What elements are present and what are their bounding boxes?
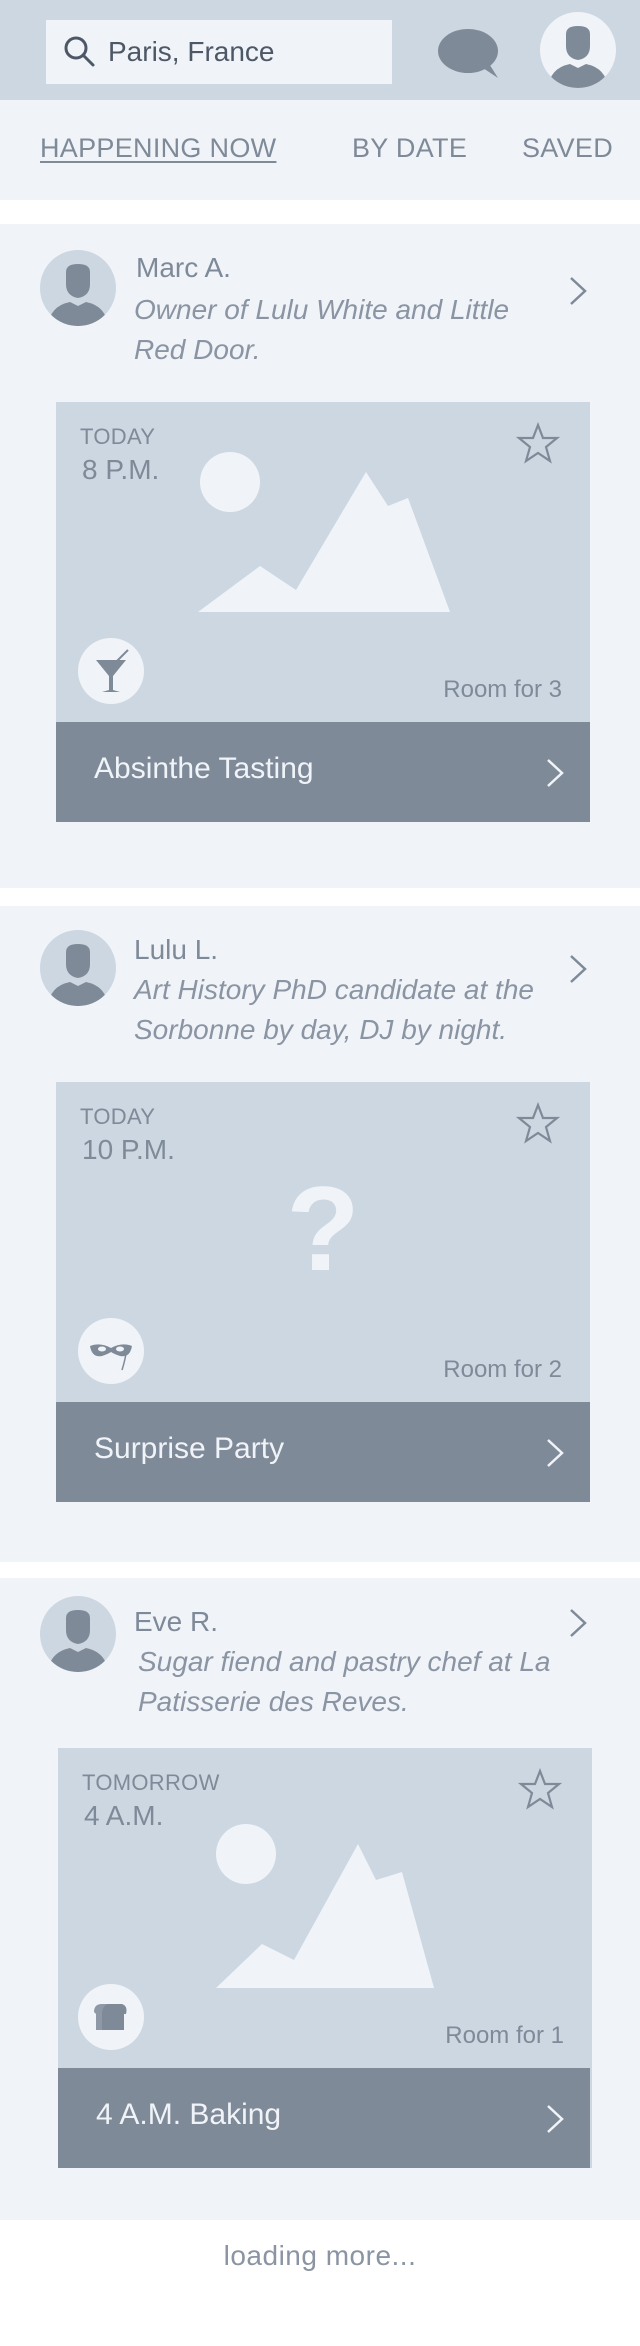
event-title-bar[interactable]: Surprise Party [56,1402,590,1502]
chat-bubble-icon[interactable] [436,26,504,82]
room-availability: Room for 3 [443,676,562,703]
chevron-right-icon[interactable] [566,274,590,308]
chevron-right-icon[interactable] [566,1606,590,1640]
host-avatar[interactable] [40,250,116,326]
app-header [0,0,640,100]
host-bio: Art History PhD candidate at the Sorbonn… [134,974,534,1045]
loading-more-indicator: loading more... [223,2240,417,2271]
event-card: Lulu L. Art History PhD candidate at the… [0,906,640,1562]
event-time: 10 P.M. [82,1134,175,1165]
chevron-right-icon [544,756,566,790]
host-bio: Owner of Lulu White and Little Red Door. [134,294,510,365]
event-card: Marc A. Owner of Lulu White and Little R… [0,224,640,888]
tab-bar: HAPPENING NOW BY DATE SAVED [0,100,640,200]
event-card: Eve R. Sugar fiend and pastry chef at La… [0,1578,640,2220]
chevron-right-icon[interactable] [566,952,590,986]
room-availability: Room for 2 [443,1356,562,1383]
host-avatar[interactable] [40,1596,116,1672]
chevron-right-icon [544,2102,566,2136]
event-title: Absinthe Tasting [94,752,314,785]
mask-icon [78,1318,144,1384]
event-title: 4 A.M. Baking [96,2098,282,2131]
event-time: 8 P.M. [82,454,160,485]
event-tile[interactable]: TOMORROW 4 A.M. Room for 1 4 A.M. Baking [58,1748,592,2168]
search-icon [62,34,96,68]
host-name: Lulu L. [134,934,219,965]
event-tile[interactable]: TODAY 8 P.M. Room for 3 Absinthe Tasting [56,402,590,822]
room-availability: Room for 1 [445,2022,564,2049]
divider [0,888,640,906]
divider [0,1562,640,1578]
star-icon[interactable] [515,1101,561,1144]
event-title-bar[interactable]: Absinthe Tasting [56,722,590,822]
search-bar[interactable] [46,20,392,84]
event-day: TOMORROW [82,1770,220,1795]
location-search-input[interactable] [108,20,384,84]
chevron-right-icon [544,1436,566,1470]
event-title-bar[interactable]: 4 A.M. Baking [58,2068,590,2168]
user-avatar-icon[interactable] [540,12,616,88]
event-day: TODAY [80,424,156,449]
tab-saved[interactable]: SAVED [522,133,613,164]
tab-happening-now[interactable]: HAPPENING NOW [40,133,276,164]
star-icon[interactable] [515,421,561,464]
event-tile[interactable]: ? TODAY 10 P.M. Room for 2 Surprise Part… [56,1082,590,1502]
host-bio: Sugar fiend and pastry chef at La Patiss… [138,1646,551,1717]
divider [0,200,640,224]
host-avatar[interactable] [40,930,116,1006]
tab-by-date[interactable]: BY DATE [352,133,467,164]
host-name: Marc A. [136,252,231,283]
host-name: Eve R. [134,1606,219,1637]
event-title: Surprise Party [94,1432,285,1465]
event-day: TODAY [80,1104,156,1129]
cocktail-icon [78,638,144,704]
star-icon[interactable] [517,1767,563,1810]
bread-icon [78,1984,144,2050]
event-time: 4 A.M. [84,1800,164,1831]
